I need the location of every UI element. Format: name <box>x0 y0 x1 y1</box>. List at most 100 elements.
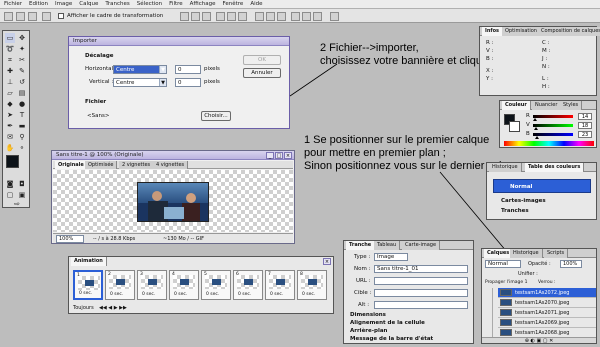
slice-type-label: Type : <box>354 254 371 260</box>
tab-layer-comps[interactable]: Composition de calques <box>538 27 600 36</box>
playback-controls-icon[interactable]: ◀◀ ◀ ▶ ▶▶ <box>99 305 127 311</box>
frame-thumbnail <box>109 275 131 289</box>
layer-name: testsam1As2068.jpeg <box>515 330 570 336</box>
status-format: ~130 Mo / -- GIF <box>163 236 204 242</box>
zoom-select[interactable]: 100% <box>56 235 84 243</box>
tab-animation[interactable]: Animation <box>71 257 107 266</box>
layer-thumbnail <box>500 309 512 316</box>
frame-thumbnail <box>301 275 323 289</box>
frame-delay[interactable]: 0 sec. <box>270 292 283 297</box>
channel-value-input[interactable]: 23 <box>578 131 592 138</box>
frame-thumbnail <box>78 276 100 290</box>
frame-delay[interactable]: 0 sec. <box>206 292 219 297</box>
info-h-label: H : <box>542 84 550 90</box>
animation-frame[interactable]: 70 sec. <box>265 270 295 300</box>
animation-frame[interactable]: 20 sec. <box>105 270 135 300</box>
channel-value-input[interactable]: 14 <box>578 113 592 120</box>
tab-table[interactable]: Tableau <box>374 241 401 250</box>
color-ramp[interactable] <box>504 141 594 146</box>
slider-handle-icon[interactable] <box>533 127 538 130</box>
frame-delay[interactable]: 0 sec. <box>79 291 92 296</box>
animation-frame[interactable]: 30 sec. <box>137 270 167 300</box>
tab-4-up[interactable]: 4 vignettes <box>153 161 189 169</box>
info-m-label: M : <box>542 48 551 54</box>
doc-tabs: Originale Optimisée 2 vignettes 4 vignet… <box>53 161 293 169</box>
slice-url-label: URL : <box>356 278 371 284</box>
animation-frame[interactable]: 40 sec. <box>169 270 199 300</box>
channel-slider[interactable] <box>533 124 573 127</box>
layer-name: testsam1As2070.jpeg <box>515 300 570 306</box>
slice-type-select[interactable]: Image <box>374 253 408 261</box>
channel-label: V <box>526 122 530 128</box>
maximize-icon[interactable]: □ <box>275 152 283 159</box>
color-panel: Couleur Nuancier Styles R 14 V 18 B 23 <box>499 100 597 148</box>
layer-row[interactable]: testsam1As2070.jpeg <box>498 298 596 308</box>
tab-color[interactable]: Couleur <box>502 101 531 110</box>
layer-row[interactable]: testsam1As2072.jpeg <box>498 288 596 298</box>
actions-item-slices[interactable]: Tranches <box>501 208 529 214</box>
tab-2-up[interactable]: 2 vignettes <box>119 161 155 169</box>
status-bar: 100% -- / s à 28.8 Kbps ~130 Mo / -- GIF <box>53 233 293 243</box>
slice-url-input[interactable] <box>374 277 468 285</box>
actions-item-image-maps[interactable]: Cartes-images <box>501 198 546 204</box>
slider-handle-icon[interactable] <box>534 136 539 139</box>
opacity-input[interactable]: 100% <box>560 260 582 268</box>
animation-frame[interactable]: 10 sec. <box>73 270 103 300</box>
tab-image-map[interactable]: Carte-image <box>402 241 441 250</box>
layer-visibility-icon[interactable] <box>484 308 493 318</box>
animation-frame[interactable]: 80 sec. <box>297 270 327 300</box>
section-cell-alignment[interactable]: Alignement de la cellule <box>350 320 425 326</box>
tab-slice[interactable]: Tranche <box>346 241 376 250</box>
layer-visibility-icon[interactable] <box>484 288 493 298</box>
tab-history[interactable]: Historique <box>489 163 522 172</box>
frame-delay[interactable]: 0 sec. <box>174 292 187 297</box>
frame-delay[interactable]: 0 sec. <box>302 292 315 297</box>
layer-visibility-icon[interactable] <box>484 298 493 308</box>
section-background[interactable]: Arrière-plan <box>350 328 387 334</box>
tab-info[interactable]: Infos <box>482 27 504 36</box>
channel-value-input[interactable]: 18 <box>578 122 592 129</box>
tab-history-2[interactable]: Historique <box>510 249 543 258</box>
canvas[interactable] <box>53 170 293 232</box>
layer-thumbnail <box>500 299 512 306</box>
tab-swatches[interactable]: Nuancier <box>532 101 562 110</box>
info-c-label: C : <box>542 40 550 46</box>
actions-selected-row[interactable]: Normal <box>493 179 591 193</box>
layers-panel: Calques Historique Scripts Normal Opacit… <box>481 248 597 344</box>
color-bg-swatch[interactable] <box>509 121 520 132</box>
animation-frame[interactable]: 60 sec. <box>233 270 263 300</box>
info-x-label: X : <box>486 68 494 74</box>
animation-frame[interactable]: 50 sec. <box>201 270 231 300</box>
frame-delay[interactable]: 0 sec. <box>142 292 155 297</box>
channel-label: R <box>526 113 530 119</box>
slice-alt-input[interactable] <box>374 301 468 309</box>
close-icon[interactable]: × <box>323 258 331 265</box>
frame-delay[interactable]: 0 sec. <box>110 292 123 297</box>
frame-delay[interactable]: 0 sec. <box>238 292 251 297</box>
slice-target-input[interactable] <box>374 289 468 297</box>
tab-optimized[interactable]: Optimisée <box>85 161 118 169</box>
layer-visibility-icon[interactable] <box>484 318 493 328</box>
minimize-icon[interactable]: _ <box>266 152 274 159</box>
tab-scripts[interactable]: Scripts <box>544 249 569 258</box>
layer-footer-icons[interactable]: ⊕ ◐ ▣ ▢ ✕ <box>482 337 596 344</box>
channel-slider[interactable] <box>533 133 573 136</box>
slice-alt-label: Alt : <box>358 302 370 308</box>
lock-label: Verrou : <box>538 280 556 285</box>
slider-handle-icon[interactable] <box>533 118 537 121</box>
channel-slider[interactable] <box>533 115 573 118</box>
tab-layers[interactable]: Calques <box>484 249 514 258</box>
tab-color-table[interactable]: Table des couleurs <box>525 163 585 172</box>
blend-mode-select[interactable]: Normal <box>485 260 521 268</box>
tab-styles[interactable]: Styles <box>560 101 583 110</box>
tab-optimization[interactable]: Optimisation <box>502 27 541 36</box>
layer-row[interactable]: testsam1As2071.jpeg <box>498 308 596 318</box>
info-r-label: R : <box>486 40 494 46</box>
loop-select[interactable]: Toujours <box>73 305 94 311</box>
tab-original[interactable]: Originale <box>55 161 88 169</box>
close-icon[interactable]: × <box>284 152 292 159</box>
section-dimensions[interactable]: Dimensions <box>350 312 386 318</box>
slice-name-input[interactable]: Sans titre-1_01 <box>374 265 468 273</box>
layer-row[interactable]: testsam1As2069.jpeg <box>498 318 596 328</box>
section-status-message[interactable]: Message de la barre d'état <box>350 336 433 342</box>
